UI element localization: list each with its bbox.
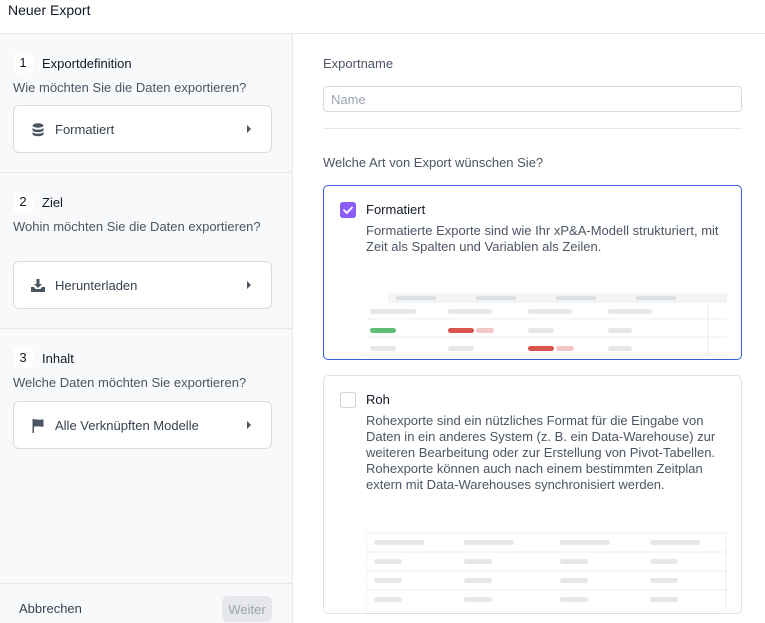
option-title: Roh (366, 392, 390, 407)
flag-icon (32, 419, 44, 433)
export-config-panel: Exportname Welche Art von Export wünsche… (293, 34, 765, 623)
step-title: Inhalt (42, 350, 74, 366)
step-question: Wohin möchten Sie die Daten exportieren? (13, 219, 261, 234)
step-number: 2 (13, 192, 33, 212)
step-title: Exportdefinition (42, 55, 132, 71)
export-name-label: Exportname (323, 56, 394, 71)
step-export-definition: 1 Exportdefinition Wie möchten Sie die D… (0, 34, 292, 173)
database-icon (32, 123, 44, 137)
select-value: Herunterladen (55, 278, 138, 293)
steps-sidebar: 1 Exportdefinition Wie möchten Sie die D… (0, 34, 293, 623)
export-definition-select[interactable]: Formatiert (13, 105, 272, 153)
step-content: 3 Inhalt Welche Daten möchten Sie export… (0, 329, 292, 459)
export-type-formatted-option[interactable]: Formatiert Formatierte Exporte sind wie … (323, 185, 742, 360)
chevron-right-icon (247, 125, 251, 133)
download-tray-icon (31, 279, 45, 292)
checkbox-unchecked[interactable] (340, 392, 356, 408)
option-description: Formatierte Exporte sind wie Ihr xP&A-Mo… (366, 223, 719, 254)
step-number: 3 (13, 348, 33, 368)
dialog-title: Neuer Export (8, 2, 91, 18)
option-description: Rohexporte sind ein nützliches Format fü… (366, 413, 716, 492)
formatted-table-preview (366, 279, 727, 359)
option-title: Formatiert (366, 202, 426, 217)
dialog-header: Neuer Export (0, 0, 765, 34)
step-question: Wie möchten Sie die Daten exportieren? (13, 80, 247, 95)
step-question: Welche Daten möchten Sie exportieren? (13, 375, 247, 390)
export-type-raw-option[interactable]: Roh Rohexporte sind ein nützliches Forma… (323, 375, 742, 614)
chevron-right-icon (247, 281, 251, 289)
select-value: Alle Verknüpften Modelle (55, 418, 199, 433)
export-type-question: Welche Art von Export wünschen Sie? (323, 155, 544, 170)
dialog-footer: Abbrechen Weiter (0, 583, 292, 623)
step-title: Ziel (42, 194, 63, 210)
divider (323, 128, 742, 129)
cancel-button[interactable]: Abbrechen (19, 601, 82, 616)
export-name-input[interactable] (323, 86, 742, 112)
next-button[interactable]: Weiter (222, 596, 272, 622)
chevron-right-icon (247, 421, 251, 429)
content-select[interactable]: Alle Verknüpften Modelle (13, 401, 272, 449)
destination-select[interactable]: Herunterladen (13, 261, 272, 309)
step-destination: 2 Ziel Wohin möchten Sie die Daten expor… (0, 173, 292, 329)
select-value: Formatiert (55, 122, 115, 137)
step-number: 1 (13, 53, 33, 73)
raw-table-preview (366, 532, 727, 612)
checkbox-checked[interactable] (340, 202, 356, 218)
